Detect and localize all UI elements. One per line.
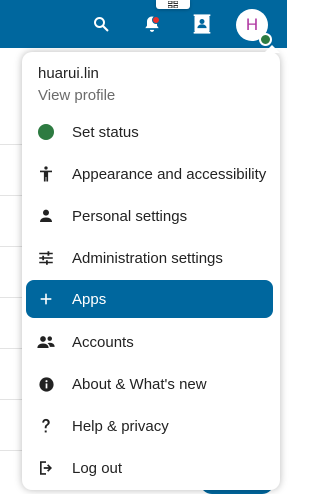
background-divider [0, 195, 22, 196]
profile-username: huarui.lin [38, 65, 99, 82]
contacts-icon [193, 14, 211, 34]
user-menu-dropdown: huarui.lin View profile Set status Appea… [22, 45, 280, 490]
view-profile-link[interactable]: View profile [38, 87, 115, 104]
logout-icon [36, 458, 56, 478]
menu-item-label: Help & privacy [72, 417, 169, 435]
menu-item-about-whats-new[interactable]: About & What's new [26, 365, 273, 403]
menu-item-label: Appearance and accessibility [72, 165, 267, 183]
unread-notification-dot [152, 16, 160, 24]
notifications-button[interactable] [137, 9, 167, 39]
unified-search-button[interactable] [86, 9, 116, 39]
menu-item-label: Apps [72, 290, 107, 308]
menu-item-personal-settings[interactable]: Personal settings [26, 197, 273, 235]
background-divider [0, 297, 22, 298]
menu-item-label: About & What's new [72, 375, 207, 393]
background-divider [0, 450, 22, 451]
menu-item-apps[interactable]: Apps [26, 280, 273, 318]
menu-item-log-out[interactable]: Log out [26, 449, 273, 487]
menu-item-set-status[interactable]: Set status [26, 113, 273, 151]
grid-icon [168, 1, 178, 8]
menu-item-help-privacy[interactable]: Help & privacy [26, 407, 273, 445]
menu-item-appearance-accessibility[interactable]: Appearance and accessibility [26, 155, 273, 193]
accessibility-icon [36, 164, 56, 184]
menu-item-label: Set status [72, 123, 139, 141]
menu-caret [264, 45, 280, 53]
status-dot-icon [36, 122, 56, 142]
menu-item-label: Administration settings [72, 249, 223, 267]
top-header-bar: H [0, 0, 287, 48]
profile-entry[interactable]: huarui.lin View profile [22, 60, 280, 110]
menu-item-label: Accounts [72, 333, 134, 351]
background-divider [0, 348, 22, 349]
people-icon [36, 332, 56, 352]
avatar-initial: H [245, 15, 259, 34]
menu-item-administration-settings[interactable]: Administration settings [26, 239, 273, 277]
background-divider [0, 399, 22, 400]
menu-item-accounts[interactable]: Accounts [26, 323, 273, 361]
question-mark-icon [36, 416, 56, 436]
menu-item-label: Personal settings [72, 207, 188, 225]
background-divider [0, 144, 22, 145]
plus-icon [36, 289, 56, 309]
magnifier-icon [94, 17, 109, 32]
sliders-icon [36, 248, 56, 268]
person-icon [36, 206, 56, 226]
menu-item-label: Log out [72, 459, 123, 477]
background-divider [0, 246, 22, 247]
contacts-menu-button[interactable] [187, 9, 217, 39]
app-menu-tab[interactable] [156, 0, 190, 9]
info-icon [36, 374, 56, 394]
